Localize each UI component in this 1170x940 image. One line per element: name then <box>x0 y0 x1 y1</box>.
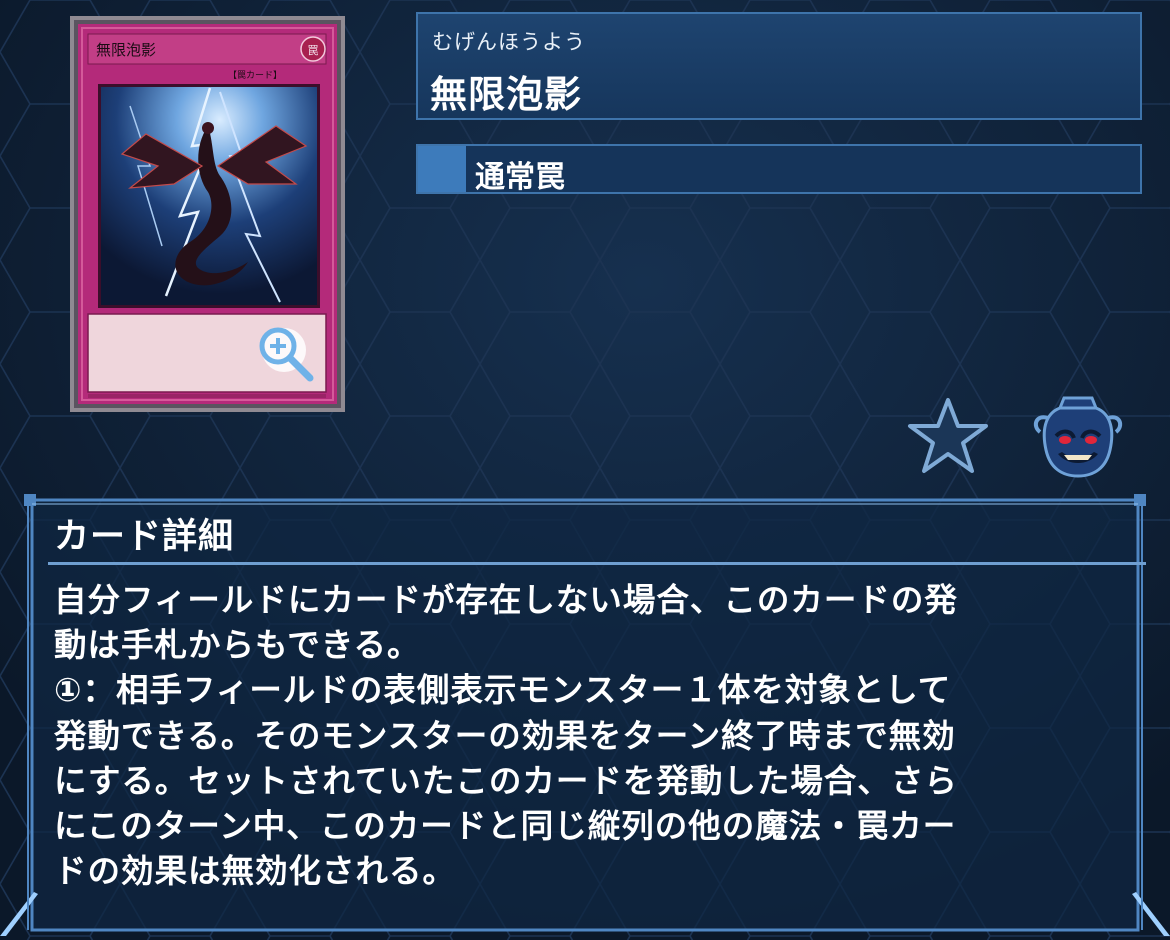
card-type-panel: 通常罠 <box>416 144 1142 195</box>
card-face-attribute: 罠 <box>308 44 319 57</box>
pot-of-greed-icon <box>1033 396 1123 478</box>
card-detail-box: カード詳細 自分フィールドにカードが存在しない場合、このカードの発 動は手札から… <box>0 490 1170 940</box>
card-name: 無限泡影 <box>430 73 582 116</box>
detail-divider <box>48 562 1146 565</box>
card-type-chip <box>418 146 466 192</box>
favorite-button[interactable] <box>906 396 990 476</box>
card-type-label: 通常罠 <box>475 160 565 195</box>
pot-of-greed-button[interactable] <box>1030 392 1126 482</box>
detail-heading: カード詳細 <box>54 517 235 557</box>
card-face-name: 無限泡影 <box>96 41 156 59</box>
card-face-subtype: 【罠カード】 <box>228 70 282 81</box>
card-effect-text: 自分フィールドにカードが存在しない場合、このカードの発 動は手札からもできる。 … <box>54 581 958 891</box>
card-image[interactable]: 【罠カード】 無限泡影 罠 <box>70 16 345 412</box>
star-icon <box>908 398 988 473</box>
card-name-panel: むげんほうよう 無限泡影 <box>416 12 1142 120</box>
card-name-ruby: むげんほうよう <box>432 30 586 54</box>
